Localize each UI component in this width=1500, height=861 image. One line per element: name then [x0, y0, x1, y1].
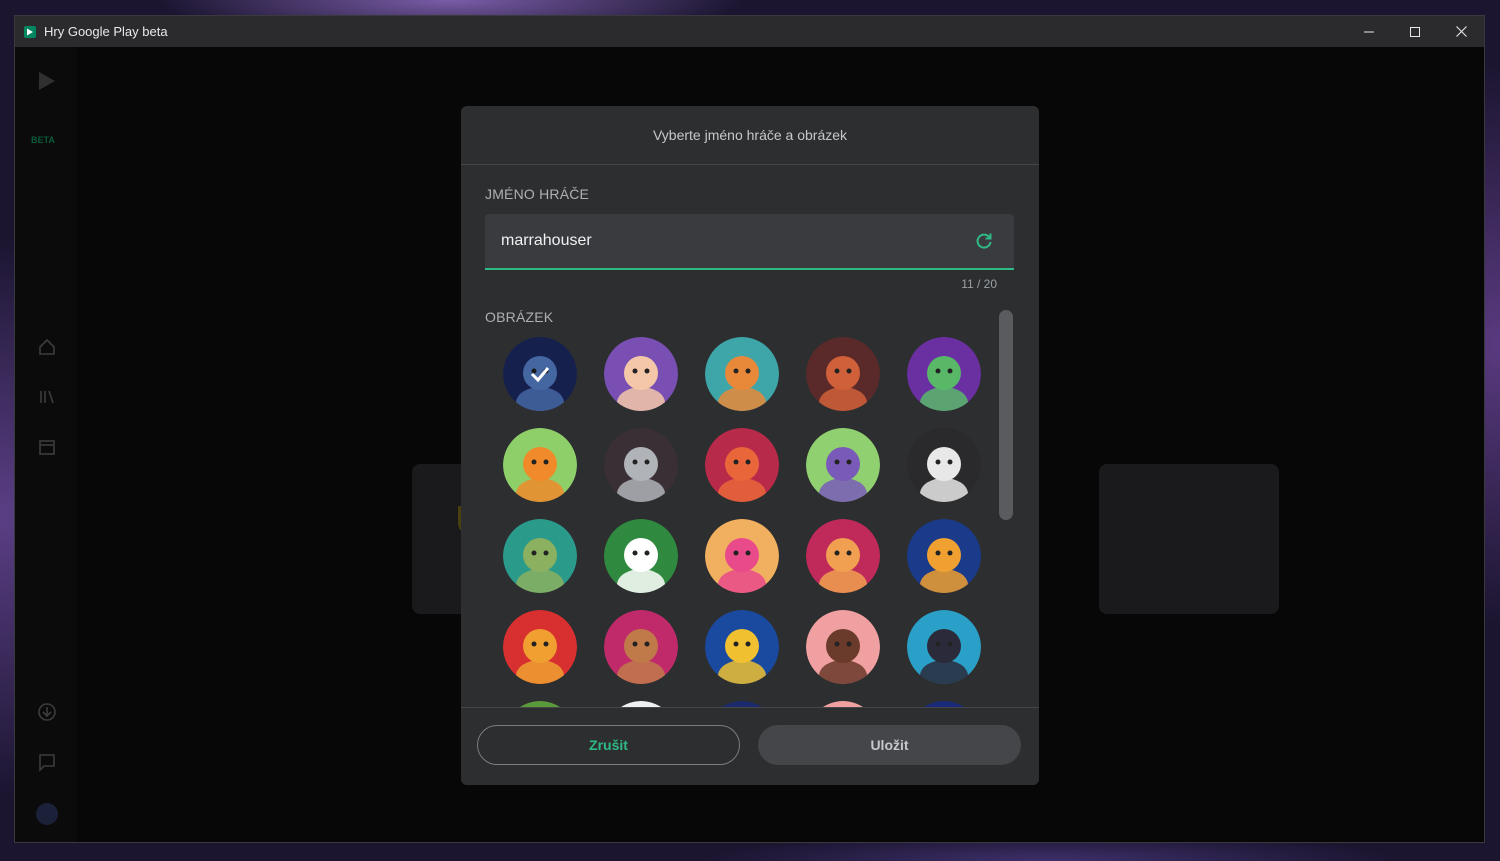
- close-button[interactable]: [1438, 16, 1484, 47]
- avatar-shiba[interactable]: [806, 519, 880, 593]
- avatar-astronaut-cat[interactable]: [907, 519, 981, 593]
- window-title: Hry Google Play beta: [44, 24, 168, 39]
- player-name-input[interactable]: [485, 213, 972, 269]
- avatar-werewolf[interactable]: [806, 337, 880, 411]
- scrollbar-thumb[interactable]: [999, 310, 1013, 520]
- avatar-unicorn[interactable]: [604, 337, 678, 411]
- maximize-button[interactable]: [1392, 16, 1438, 47]
- avatar-soccer-ball[interactable]: [604, 519, 678, 593]
- avatar-zombie[interactable]: [907, 337, 981, 411]
- dialog-title: Vyberte jméno hráče a obrázek: [461, 106, 1039, 165]
- avatar-sloth[interactable]: [503, 519, 577, 593]
- character-counter: 11 / 20: [961, 277, 997, 291]
- avatar-skull[interactable]: [907, 428, 981, 502]
- player-name-label: JMÉNO HRÁČE: [485, 186, 590, 202]
- player-name-field[interactable]: [485, 213, 1014, 270]
- avatar-scroll-area[interactable]: [485, 331, 1005, 709]
- avatar-warrior[interactable]: [604, 610, 678, 684]
- scrollbar[interactable]: [999, 310, 1013, 520]
- avatar-sword[interactable]: [604, 428, 678, 502]
- feedback-icon[interactable]: [37, 752, 57, 772]
- app-window: Hry Google Play beta BETA Vyberte jméno …: [14, 15, 1485, 843]
- avatar-rooster[interactable]: [806, 610, 880, 684]
- google-play-games-icon: [24, 25, 36, 38]
- save-button[interactable]: Uložit: [758, 725, 1021, 765]
- picture-label: OBRÁZEK: [485, 309, 554, 325]
- avatar-spaceship[interactable]: [503, 337, 577, 411]
- play-games-logo-icon: [39, 72, 55, 90]
- download-icon[interactable]: [37, 702, 57, 722]
- home-icon[interactable]: [37, 337, 57, 357]
- avatar-dragon[interactable]: [705, 428, 779, 502]
- avatar-cupcake[interactable]: [705, 519, 779, 593]
- avatar-wizard[interactable]: [806, 428, 880, 502]
- dialog-footer: Zrušit Uložit: [461, 707, 1039, 785]
- avatar-burger[interactable]: [503, 610, 577, 684]
- check-icon: [503, 337, 577, 411]
- profile-avatar-icon[interactable]: [35, 802, 59, 826]
- cancel-button[interactable]: Zrušit: [477, 725, 740, 765]
- avatar-viking[interactable]: [705, 337, 779, 411]
- player-name-dialog: Vyberte jméno hráče a obrázek JMÉNO HRÁČ…: [461, 106, 1039, 785]
- refresh-icon[interactable]: [972, 229, 996, 253]
- avatar-anchor[interactable]: [907, 610, 981, 684]
- minimize-button[interactable]: [1346, 16, 1392, 47]
- background-level-card: [1099, 464, 1279, 614]
- calendar-icon[interactable]: [37, 437, 57, 457]
- avatar-baseball-cap[interactable]: [705, 610, 779, 684]
- sidebar: BETA: [15, 47, 77, 842]
- avatar-dinosaur[interactable]: [503, 428, 577, 502]
- beta-badge: BETA: [31, 135, 55, 145]
- title-bar: Hry Google Play beta: [15, 16, 1484, 47]
- library-icon[interactable]: [37, 387, 57, 407]
